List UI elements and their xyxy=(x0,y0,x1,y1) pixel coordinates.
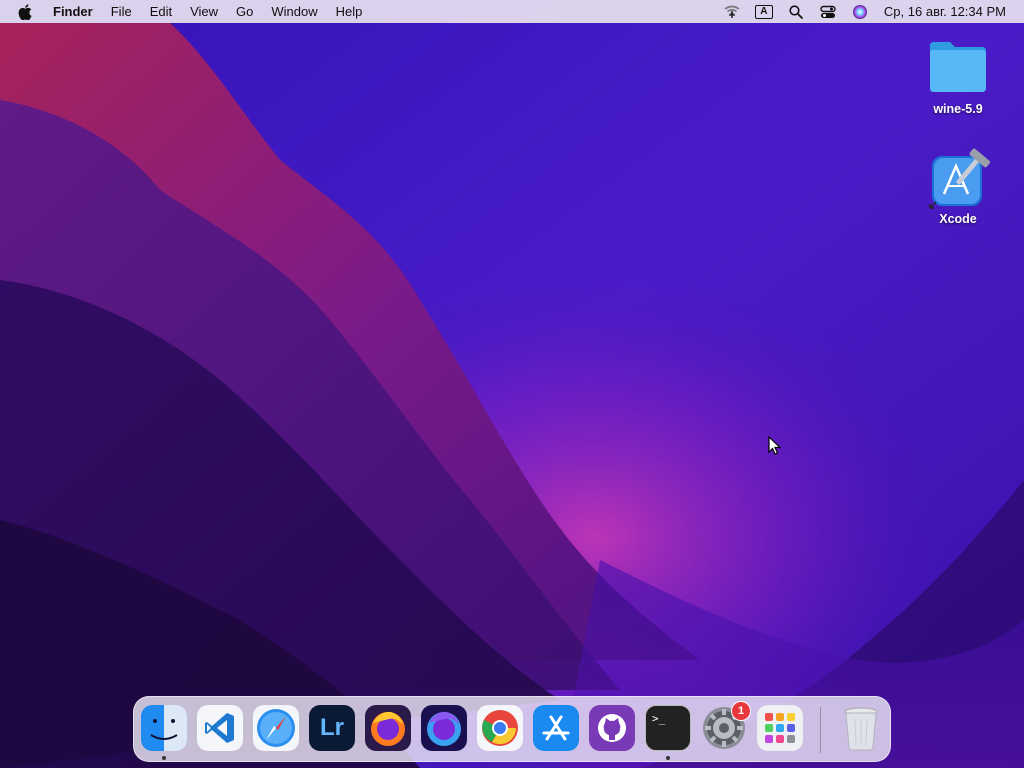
input-source-label: A xyxy=(754,4,773,19)
siri-icon[interactable] xyxy=(849,0,871,23)
dock-app-github[interactable] xyxy=(589,705,635,751)
wifi-off-icon[interactable] xyxy=(721,0,743,23)
dock-app-terminal[interactable]: >_ xyxy=(645,705,691,751)
dock-running-indicator xyxy=(666,756,670,760)
lightroom-icon: Lr xyxy=(320,714,344,741)
xcode-alias-icon xyxy=(926,146,990,210)
dock-app-trash[interactable] xyxy=(838,705,884,751)
github-icon xyxy=(598,714,626,742)
menu-help[interactable]: Help xyxy=(327,0,372,23)
desktop-item-label: wine-5.9 xyxy=(933,102,983,116)
dock-app-launchpad[interactable] xyxy=(757,705,803,751)
desktop-wallpaper xyxy=(0,0,1024,768)
app-store-icon xyxy=(542,715,570,741)
menu-bar: Finder File Edit View Go Window Help A С… xyxy=(0,0,1024,23)
dock: Lr >_ 1 xyxy=(133,696,891,762)
launchpad-icon xyxy=(765,713,795,743)
firefox-dev-icon xyxy=(427,711,461,746)
dock-app-lightroom[interactable]: Lr xyxy=(309,705,355,751)
desktop-item-label: Xcode xyxy=(939,212,977,226)
desktop-item-xcode[interactable]: Xcode xyxy=(913,146,1003,226)
input-source-icon[interactable]: A xyxy=(753,0,775,23)
menu-window[interactable]: Window xyxy=(262,0,326,23)
dock-app-chrome[interactable] xyxy=(477,705,523,751)
menu-edit[interactable]: Edit xyxy=(141,0,181,23)
dock-app-firefox[interactable] xyxy=(365,705,411,751)
menu-go[interactable]: Go xyxy=(227,0,262,23)
finder-icon xyxy=(141,705,187,751)
control-center-icon[interactable] xyxy=(817,0,839,23)
menu-app-finder[interactable]: Finder xyxy=(44,0,102,23)
dock-app-firefox-dev[interactable] xyxy=(421,705,467,751)
vscode-icon xyxy=(205,713,234,743)
spotlight-search-icon[interactable] xyxy=(785,0,807,23)
dock-app-vscode[interactable] xyxy=(197,705,243,751)
dock-separator xyxy=(820,707,821,753)
safari-icon xyxy=(257,709,295,747)
chrome-icon xyxy=(482,710,518,746)
trash-icon xyxy=(844,707,878,751)
apple-menu-icon[interactable] xyxy=(14,0,36,23)
dock-running-indicator xyxy=(162,756,166,760)
menu-file[interactable]: File xyxy=(102,0,141,23)
notification-badge: 1 xyxy=(731,701,751,721)
folder-icon xyxy=(926,36,990,100)
mouse-cursor-icon xyxy=(768,436,782,455)
menu-bar-clock[interactable]: Ср, 16 авг. 12:34 PM xyxy=(884,4,1006,19)
firefox-icon xyxy=(371,711,405,746)
dock-app-app-store[interactable] xyxy=(533,705,579,751)
dock-app-safari[interactable] xyxy=(253,705,299,751)
menu-view[interactable]: View xyxy=(181,0,227,23)
terminal-icon: >_ xyxy=(652,712,666,725)
dock-app-finder[interactable] xyxy=(141,705,187,751)
desktop-item-wine-folder[interactable]: wine-5.9 xyxy=(913,36,1003,116)
